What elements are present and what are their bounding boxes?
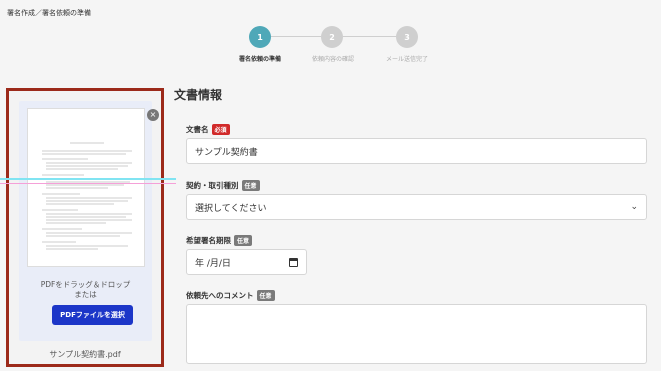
overlay-artifact-line xyxy=(0,183,176,184)
document-preview-image xyxy=(42,142,132,250)
uploaded-file-name: サンプル契約書.pdf xyxy=(49,350,121,359)
doc-name-input[interactable]: サンプル契約書 xyxy=(186,138,647,164)
calendar-icon[interactable] xyxy=(289,257,298,267)
step-connector xyxy=(343,36,396,37)
section-title: 文書情報 xyxy=(174,88,223,102)
step-2-indicator: 2 xyxy=(321,26,343,48)
comment-label: 依頼先へのコメント 任意 xyxy=(186,290,275,301)
doc-name-value: サンプル契約書 xyxy=(195,147,258,158)
required-badge: 必須 xyxy=(211,124,230,135)
optional-badge: 任意 xyxy=(234,235,253,246)
pdf-drop-zone[interactable]: × PDFをドラッグ＆ドロップ または PDFファイルを選択 xyxy=(19,101,159,341)
remove-file-button[interactable]: × xyxy=(147,109,159,121)
breadcrumb: 署名作成／署名依頼の準備 xyxy=(7,9,91,17)
contract-type-label-text: 契約・取引種別 xyxy=(186,181,239,190)
step-3-indicator: 3 xyxy=(396,26,418,48)
deadline-label-text: 希望署名期限 xyxy=(186,236,231,245)
optional-badge: 任意 xyxy=(241,180,260,191)
upload-panel: × PDFをドラッグ＆ドロップ または PDFファイルを選択 サンプル契約書.p… xyxy=(6,88,164,367)
deadline-placeholder: 年 /月/日 xyxy=(195,258,231,269)
deadline-date-input[interactable]: 年 /月/日 xyxy=(186,249,307,275)
progress-stepper: 1 2 3 署名依頼の準備 依頼内容の確認 メール送信完了 xyxy=(0,26,661,66)
doc-name-label: 文書名 必須 xyxy=(186,124,230,135)
deadline-label: 希望署名期限 任意 xyxy=(186,235,253,246)
step-3-label: メール送信完了 xyxy=(385,56,429,63)
select-pdf-button[interactable]: PDFファイルを選択 xyxy=(52,305,133,325)
doc-name-label-text: 文書名 xyxy=(186,125,209,134)
contract-type-label: 契約・取引種別 任意 xyxy=(186,180,260,191)
comment-textarea[interactable] xyxy=(186,304,647,364)
contract-type-select[interactable]: 選択してください ⌄ xyxy=(186,194,647,220)
step-1-label: 署名依頼の準備 xyxy=(238,56,282,63)
comment-label-text: 依頼先へのコメント xyxy=(186,291,254,300)
step-1-indicator: 1 xyxy=(249,26,271,48)
chevron-down-icon: ⌄ xyxy=(630,202,638,212)
step-connector xyxy=(271,36,321,37)
document-preview-thumbnail xyxy=(27,108,145,267)
optional-badge: 任意 xyxy=(256,290,275,301)
contract-type-value: 選択してください xyxy=(195,203,267,214)
overlay-artifact-line xyxy=(0,178,176,180)
step-2-label: 依頼内容の確認 xyxy=(311,56,355,63)
drop-instruction-or: または xyxy=(74,290,97,299)
